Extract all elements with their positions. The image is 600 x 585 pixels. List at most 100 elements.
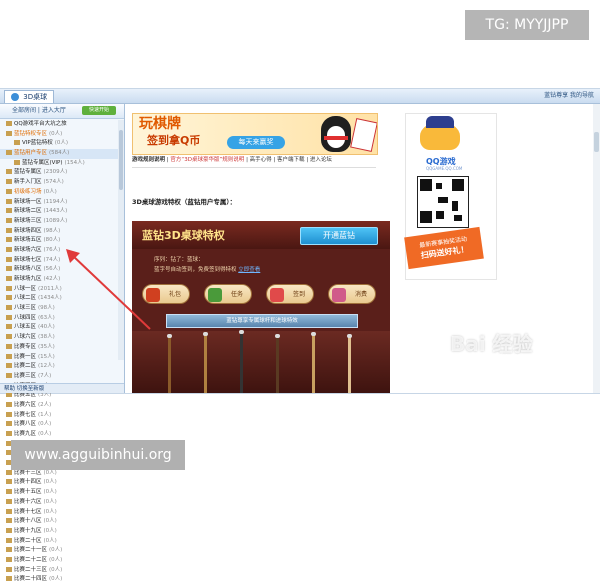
scroll-thumb[interactable]: [119, 130, 123, 190]
room-count: (574人): [43, 179, 64, 186]
promo-view-link[interactable]: 立即查看: [238, 267, 260, 273]
task-button[interactable]: 任务: [204, 284, 252, 304]
folder-icon: [6, 227, 12, 233]
sidebar-room-item[interactable]: 蓝钻专属区 (2309人): [0, 168, 118, 178]
nav-link-forum[interactable]: 进入论坛: [310, 157, 332, 163]
sidebar-room-item[interactable]: 比赛二区 (12人): [0, 362, 118, 372]
sidebar-room-item[interactable]: 比赛专区 (35人): [0, 343, 118, 353]
sidebar-room-item[interactable]: 比赛二十区 (0人): [0, 537, 118, 547]
room-count: (76人): [43, 246, 61, 253]
game-icon: [11, 93, 19, 101]
room-label: 新球场四区: [14, 227, 42, 234]
sidebar-room-item[interactable]: 新球场一区 (1194人): [0, 198, 118, 208]
nav-link-download[interactable]: 客户端下载: [277, 157, 305, 163]
sign-in-button[interactable]: 签到: [266, 284, 314, 304]
folder-icon: [6, 431, 12, 436]
sidebar-room-item[interactable]: 比赛九区 (0人): [0, 430, 118, 440]
sidebar-room-item[interactable]: 比赛二十二区 (0人): [0, 556, 118, 566]
sidebar-room-item[interactable]: 新球场四区 (98人): [0, 227, 118, 237]
promo-note2-text: 蓝字号自动签到，免费签到得特权: [154, 267, 237, 273]
folder-icon: [6, 518, 12, 524]
sidebar-room-item[interactable]: 比赛二十三区 (0人): [0, 566, 118, 576]
folder-icon: [6, 208, 12, 214]
nav-link-rules[interactable]: 官方“3D桌球豪华版”规则说明: [170, 157, 244, 163]
folder-icon: [6, 324, 12, 330]
room-label: 比赛九区: [14, 431, 37, 437]
tab-3d-billiards[interactable]: 3D桌球: [4, 90, 55, 103]
envelope-icon: [332, 288, 346, 302]
promo-banner[interactable]: 玩棋牌 签到拿Q币 每天来赢奖: [132, 113, 378, 155]
sidebar-room-item[interactable]: VIP蓝钻特权 (0人): [0, 139, 118, 149]
folder-icon: [6, 305, 12, 311]
tab-label: 3D桌球: [23, 93, 48, 101]
main-scroll-thumb[interactable]: [594, 132, 599, 152]
sidebar-room-item[interactable]: 比赛十六区 (0人): [0, 498, 118, 508]
banner-line2: 签到拿Q币: [147, 134, 201, 147]
nav-link-tips[interactable]: 高手心得: [250, 157, 272, 163]
cue-stick: [167, 334, 172, 393]
sidebar-header-text[interactable]: 全部房间 | 进入大厅: [12, 106, 66, 115]
top-right-links[interactable]: 蓝钻尊享 我的导航: [544, 91, 594, 101]
sidebar-room-item[interactable]: 比赛一区 (15人): [0, 353, 118, 363]
info-nav: 游戏规则说明 | 官方“3D桌球豪华版”规则说明 | 高手心得 | 客户端下载 …: [132, 157, 332, 163]
room-label: 比赛十九区: [14, 527, 42, 534]
sidebar-room-item[interactable]: 初级练习场 (0人): [0, 188, 118, 198]
ad-red-banner[interactable]: 最新赛事抽奖活动 扫码送好礼！: [404, 226, 484, 270]
room-label: 初级练习场: [14, 188, 42, 195]
room-count: (1089人): [43, 217, 68, 224]
sidebar-room-item[interactable]: 新手入门区 (574人): [0, 178, 118, 188]
folder-icon: [6, 508, 12, 514]
folder-icon: [6, 169, 12, 175]
cue-stick: [275, 334, 280, 393]
folder-icon: [6, 363, 12, 369]
sidebar-room-item[interactable]: 比赛十三区 (0人): [0, 469, 118, 479]
room-label: 比赛七区: [14, 411, 37, 418]
sidebar-footer[interactable]: 帮助 切换至新版: [0, 383, 124, 393]
room-count: (0人): [49, 547, 63, 554]
room-count: (0人): [43, 518, 57, 525]
sidebar-room-item[interactable]: 比赛八区 (0人): [0, 420, 118, 430]
consume-button[interactable]: 消费: [328, 284, 376, 304]
folder-icon: [6, 237, 12, 243]
main-scrollbar[interactable]: [593, 104, 600, 393]
sidebar-room-item[interactable]: QQ游戏平台大坑之旅: [0, 120, 118, 130]
sidebar-room-item[interactable]: 蓝钻特权专区 (0人): [0, 130, 118, 140]
banner-button[interactable]: 每天来赢奖: [227, 136, 285, 149]
folder-icon: [6, 130, 12, 136]
sidebar-room-item[interactable]: 比赛六区 (2人): [0, 401, 118, 411]
penguin-icon: [321, 116, 351, 152]
sidebar-room-item[interactable]: 新球场五区 (80人): [0, 236, 118, 246]
sidebar-room-item[interactable]: 新球场三区 (1089人): [0, 217, 118, 227]
sidebar-room-item[interactable]: 蓝钻用户专区 (584人): [0, 149, 118, 159]
sidebar-room-item[interactable]: 八球六区 (38人): [0, 333, 118, 343]
folder-icon: [6, 401, 12, 407]
qr-code-icon: [417, 176, 469, 228]
room-label: 新球场六区: [14, 246, 42, 253]
room-label: 比赛十四区: [14, 479, 42, 486]
room-count: (0人): [49, 566, 63, 573]
folder-icon: [14, 140, 20, 146]
sidebar-room-item[interactable]: 比赛十五区 (0人): [0, 488, 118, 498]
folder-icon: [6, 334, 12, 340]
room-count: (7人): [38, 372, 52, 379]
sidebar-room-item[interactable]: 比赛十九区 (0人): [0, 527, 118, 537]
sidebar-header: 全部房间 | 进入大厅 快速开始: [0, 104, 124, 119]
sidebar-room-item[interactable]: 比赛十七区 (0人): [0, 508, 118, 518]
sidebar-room-item[interactable]: 比赛三区 (7人): [0, 372, 118, 382]
folder-icon: [6, 411, 12, 417]
room-label: 新球场八区: [14, 266, 42, 273]
room-count: (56人): [43, 266, 61, 273]
room-label: 比赛八区: [14, 421, 37, 428]
open-blue-diamond-button[interactable]: 开通蓝钻: [300, 227, 378, 245]
quick-start-button[interactable]: 快速开始: [82, 106, 116, 115]
sidebar-room-item[interactable]: 比赛二十一区 (0人): [0, 546, 118, 556]
sidebar-room-item[interactable]: 比赛二十四区 (0人): [0, 575, 118, 585]
sidebar-room-item[interactable]: 新球场二区 (1443人): [0, 207, 118, 217]
sidebar-room-item[interactable]: 比赛十八区 (0人): [0, 517, 118, 527]
checkbox-icon: [270, 288, 284, 302]
room-label: 比赛十六区: [14, 498, 42, 505]
qq-game-ad[interactable]: QQ游戏 QQGAME.QQ.COM 最新赛事抽奖活动 扫码送好礼！: [404, 113, 497, 280]
sidebar-room-item[interactable]: 蓝钻专属区(VIP) (154人): [0, 159, 118, 169]
sidebar-room-item[interactable]: 比赛七区 (1人): [0, 411, 118, 421]
room-tree: QQ游戏平台大坑之旅 蓝钻特权专区 (0人) VIP蓝钻特权 (0人) 蓝钻用户专区 (58…: [0, 120, 118, 585]
